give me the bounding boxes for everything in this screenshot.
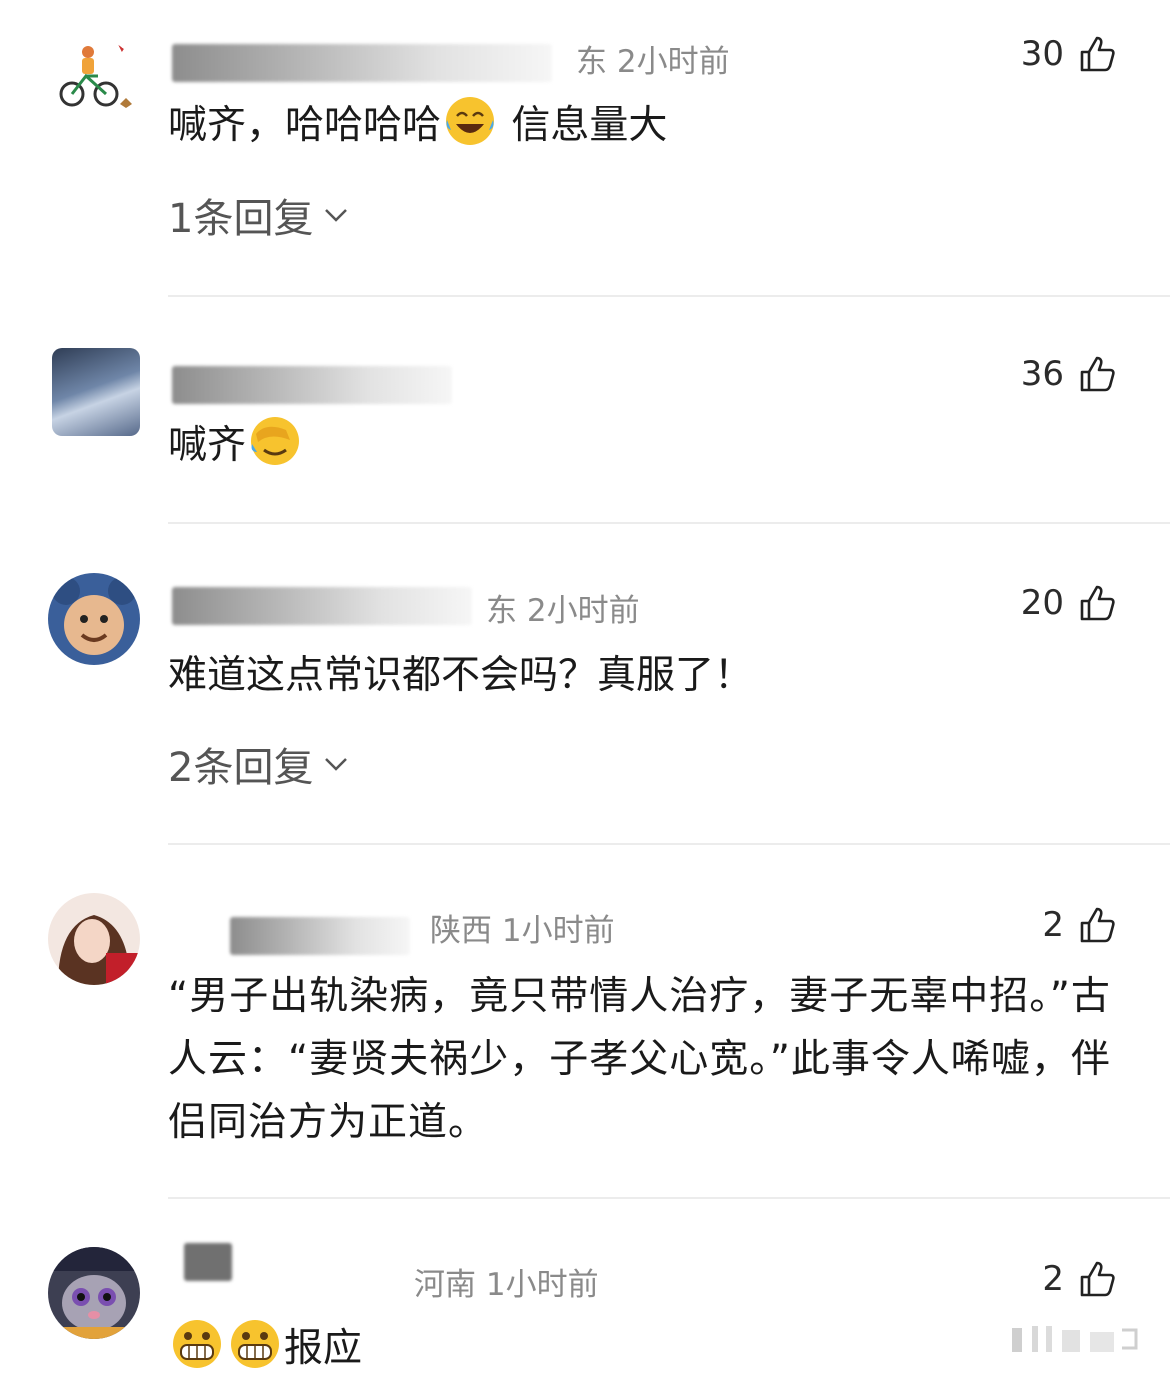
comment-text: 喊齐，哈哈哈哈 信息量大 [168,94,667,158]
grin-emoji [231,1320,279,1368]
facepalm-emoji [251,417,300,465]
comment-1: 东 2小时前 30 喊齐，哈哈哈哈 信息量大 1条回复 [0,0,1170,296]
username-redacted [172,587,472,625]
view-replies-button[interactable]: 1条回复 [168,186,349,244]
replies-label: 1条回复 [168,196,314,242]
thumbs-up-icon [1080,1261,1115,1297]
username-redacted [172,366,452,404]
like-count: 36 [1020,354,1064,394]
comment-5: 河南 1小时前 2 报应 [0,1199,1170,1378]
location-time: 东 2小时前 [576,44,730,80]
comment-4: 陕西 1小时前 2 “男子出轨染病，竟只带情人治疗，妻子无辜中招。”古人云：“妻… [0,845,1170,1199]
username-redacted [184,1243,232,1281]
chevron-down-icon [325,758,348,771]
like-button[interactable]: 30 [1021,34,1118,74]
like-button[interactable]: 36 [1021,354,1118,394]
avatar[interactable] [48,1247,140,1339]
location-time: 东 2小时前 [486,593,640,629]
like-button[interactable]: 20 [1021,583,1118,623]
comment-text: 难道这点常识都不会吗？真服了！ [168,653,754,698]
like-count: 2 [1042,905,1064,945]
woman-avatar-icon [58,915,140,985]
thumbs-up-icon [1080,907,1115,943]
avatar[interactable] [48,893,140,985]
location-time: 河南 1小时前 [414,1267,599,1303]
comment-3: 东 2小时前 20 难道这点常识都不会吗？真服了！ 2条回复 [0,523,1170,845]
replies-label: 2条回复 [168,745,314,791]
avatar[interactable] [48,38,140,130]
thumbs-up-icon [1080,356,1115,392]
thumbs-up-icon [1080,585,1115,621]
comment-text: “男子出轨染病，竟只带情人治疗，妻子无辜中招。”古人云：“妻贤夫祸少，子孝父心宽… [168,974,1111,1145]
avatar[interactable] [52,348,140,436]
comment-text: 报应 [168,1317,362,1381]
comment-text: 喊齐 [168,414,304,478]
watermark-icon [1012,1326,1138,1352]
like-button[interactable]: 2 [1042,905,1118,945]
location-time: 陕西 1小时前 [430,913,615,949]
view-replies-button[interactable]: 2条回复 [168,735,349,793]
thumbs-up-icon [1080,36,1115,72]
chevron-down-icon [325,209,348,222]
comment-2: 36 喊齐 [0,296,1170,523]
bear-hood-avatar-icon [52,577,136,655]
bunny-avatar-icon [48,1247,140,1339]
username-redacted [230,917,410,955]
laugh-cry-emoji [446,97,495,145]
like-count: 30 [1020,34,1064,74]
avatar[interactable] [48,573,140,665]
cyclist-avatar-icon [59,41,132,108]
like-button[interactable]: 2 [1042,1259,1118,1299]
username-redacted [172,44,552,82]
like-count: 2 [1042,1259,1064,1299]
grin-emoji [173,1320,221,1368]
like-count: 20 [1020,583,1064,623]
